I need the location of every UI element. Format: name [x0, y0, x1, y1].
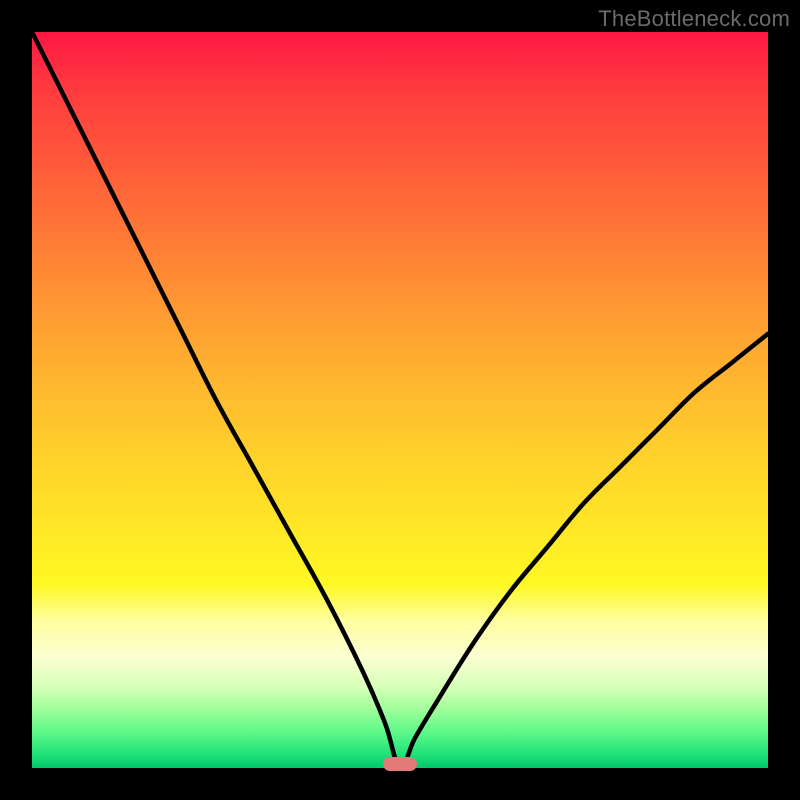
curve-path — [32, 32, 768, 768]
bottleneck-curve — [32, 32, 768, 768]
watermark-text: TheBottleneck.com — [598, 6, 790, 32]
optimal-marker — [383, 757, 417, 771]
plot-area — [32, 32, 768, 768]
chart-frame: TheBottleneck.com — [0, 0, 800, 800]
